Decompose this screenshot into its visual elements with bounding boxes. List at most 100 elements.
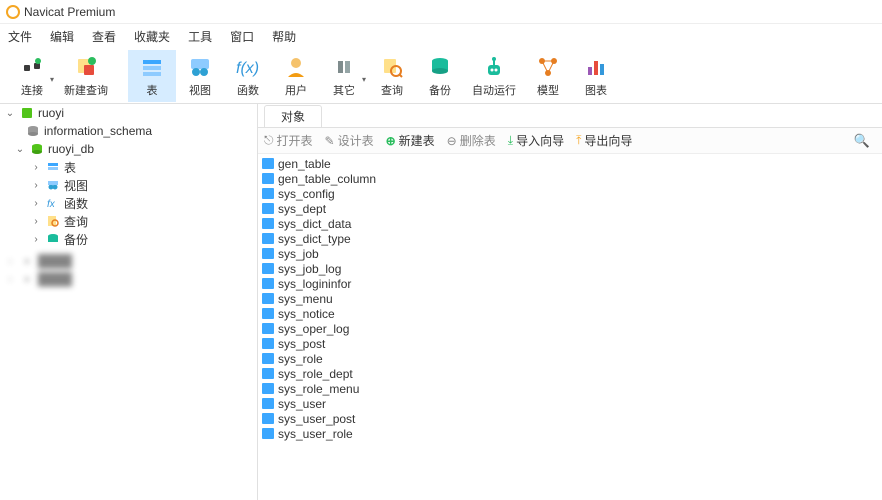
menu-bar: 文件 编辑 查看 收藏夹 工具 窗口 帮助 [0, 24, 882, 48]
content-area: 对象 ⎋打开表 ✎设计表 ⊕新建表 ⊖删除表 ⤓导入向导 ⤒导出向导 🔍 gen… [258, 104, 882, 500]
tables-icon [46, 160, 60, 174]
table-name: sys_role_dept [278, 367, 353, 381]
new-table-action[interactable]: ⊕新建表 [386, 132, 435, 149]
backup-icon [427, 54, 453, 80]
toolbar-function-button[interactable]: f(x)函数 [224, 50, 272, 102]
toolbar-model-button[interactable]: 模型 [524, 50, 572, 102]
table-name: sys_role [278, 352, 323, 366]
menu-item[interactable]: 查看 [92, 28, 116, 45]
toolbar-query-button[interactable]: 查询 [368, 50, 416, 102]
toolbar-label: 图表 [585, 82, 607, 98]
search-icon[interactable]: 🔍 [854, 133, 876, 149]
table-row[interactable]: sys_dict_type [258, 231, 882, 246]
table-icon [262, 413, 274, 424]
table-row[interactable]: sys_post [258, 336, 882, 351]
views-icon [46, 178, 60, 192]
table-row[interactable]: sys_job_log [258, 261, 882, 276]
table-icon [139, 54, 165, 80]
tree-views[interactable]: ›视图 [0, 176, 257, 194]
tree-queries[interactable]: › 查询 [0, 212, 257, 230]
table-name: sys_user_role [278, 427, 353, 441]
tree-connection[interactable]: ⌄ ruoyi [0, 104, 257, 122]
table-icon [262, 263, 274, 274]
chevron-right-icon[interactable]: › [30, 216, 42, 227]
menu-item[interactable]: 文件 [8, 28, 32, 45]
table-icon [262, 278, 274, 289]
table-list: gen_tablegen_table_columnsys_configsys_d… [258, 154, 882, 500]
toolbar-chart-button[interactable]: 图表 [572, 50, 620, 102]
table-row[interactable]: sys_user_role [258, 426, 882, 441]
toolbar-other-button[interactable]: 其它▾ [320, 50, 368, 102]
import-wizard-action[interactable]: ⤓导入向导 [508, 132, 564, 149]
table-row[interactable]: gen_table [258, 156, 882, 171]
table-name: sys_dict_type [278, 232, 351, 246]
app-logo-icon [6, 5, 20, 19]
table-row[interactable]: sys_oper_log [258, 321, 882, 336]
automation-icon [481, 54, 507, 80]
export-icon: ⤒ [576, 133, 581, 148]
design-table-action[interactable]: ✎设计表 [325, 132, 374, 149]
toolbar-newquery-button[interactable]: 新建查询 [56, 50, 116, 102]
menu-item[interactable]: 编辑 [50, 28, 74, 45]
table-row[interactable]: sys_notice [258, 306, 882, 321]
table-name: sys_oper_log [278, 322, 349, 336]
table-icon [262, 353, 274, 364]
table-row[interactable]: sys_config [258, 186, 882, 201]
toolbar-label: 其它 [333, 82, 355, 98]
menu-item[interactable]: 帮助 [272, 28, 296, 45]
toolbar-automation-button[interactable]: 自动运行 [464, 50, 524, 102]
table-row[interactable]: gen_table_column [258, 171, 882, 186]
toolbar-label: 模型 [537, 82, 559, 98]
tree-label: 查询 [64, 213, 88, 230]
menu-item[interactable]: 收藏夹 [134, 28, 170, 45]
table-row[interactable]: sys_user_post [258, 411, 882, 426]
menu-item[interactable]: 工具 [188, 28, 212, 45]
tree-label: 备份 [64, 231, 88, 248]
table-row[interactable]: sys_user [258, 396, 882, 411]
table-icon [262, 383, 274, 394]
table-row[interactable]: sys_job [258, 246, 882, 261]
tree-database[interactable]: ⌄ ruoyi_db [0, 140, 257, 158]
import-icon: ⤓ [508, 133, 513, 148]
chevron-right-icon[interactable]: › [30, 162, 42, 173]
table-name: sys_logininfor [278, 277, 351, 291]
app-title: Navicat Premium [24, 5, 115, 19]
toolbar-view-button[interactable]: 视图 [176, 50, 224, 102]
delete-table-action[interactable]: ⊖删除表 [447, 132, 496, 149]
toolbar-label: 新建查询 [64, 82, 108, 98]
table-row[interactable]: sys_dept [258, 201, 882, 216]
toolbar-backup-button[interactable]: 备份 [416, 50, 464, 102]
chevron-right-icon[interactable]: › [30, 180, 42, 191]
table-name: sys_notice [278, 307, 335, 321]
menu-item[interactable]: 窗口 [230, 28, 254, 45]
open-table-action[interactable]: ⎋打开表 [264, 132, 313, 149]
tree-schema[interactable]: information_schema [0, 122, 257, 140]
toolbar-label: 视图 [189, 82, 211, 98]
chevron-right-icon[interactable]: › [30, 234, 42, 245]
tree-label: ruoyi [38, 106, 64, 120]
tree-backups[interactable]: › 备份 [0, 230, 257, 248]
table-row[interactable]: sys_role_dept [258, 366, 882, 381]
table-row[interactable]: sys_dict_data [258, 216, 882, 231]
tree-tables[interactable]: ›表 [0, 158, 257, 176]
export-wizard-action[interactable]: ⤒导出向导 [576, 132, 632, 149]
dropdown-icon: ▾ [50, 75, 54, 84]
action-bar: ⎋打开表 ✎设计表 ⊕新建表 ⊖删除表 ⤓导入向导 ⤒导出向导 🔍 [258, 128, 882, 154]
tree-functions[interactable]: ›fx函数 [0, 194, 257, 212]
table-row[interactable]: sys_menu [258, 291, 882, 306]
chevron-right-icon[interactable]: › [30, 198, 42, 209]
table-row[interactable]: sys_role_menu [258, 381, 882, 396]
function-icon: f(x) [235, 54, 261, 80]
table-icon [262, 338, 274, 349]
toolbar-connect-button[interactable]: 连接▾ [8, 50, 56, 102]
tab-objects[interactable]: 对象 [264, 105, 322, 127]
toolbar-table-button[interactable]: 表 [128, 50, 176, 102]
table-row[interactable]: sys_role [258, 351, 882, 366]
chevron-down-icon[interactable]: ⌄ [4, 108, 16, 119]
toolbar-user-button[interactable]: 用户 [272, 50, 320, 102]
svg-text:fx: fx [47, 199, 56, 209]
table-row[interactable]: sys_logininfor [258, 276, 882, 291]
tree-label: 表 [64, 159, 76, 176]
title-bar: Navicat Premium [0, 0, 882, 24]
chevron-down-icon[interactable]: ⌄ [14, 144, 26, 155]
